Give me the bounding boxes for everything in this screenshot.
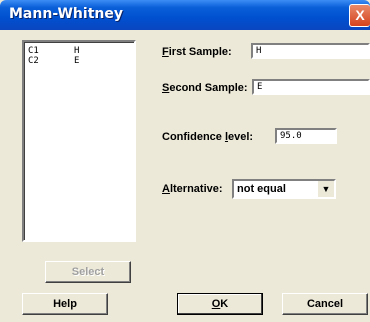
close-icon[interactable]: X [349, 4, 370, 27]
list-item[interactable]: C1 H [28, 46, 128, 56]
alternative-select[interactable]: not equal ▼ [232, 179, 336, 199]
help-button[interactable]: Help [22, 293, 108, 315]
second-sample-input[interactable]: E [252, 79, 370, 95]
chevron-down-icon[interactable]: ▼ [317, 181, 334, 197]
select-button[interactable]: Select [45, 261, 131, 283]
title-bar: Mann-Whitney X [0, 0, 370, 30]
column-id: C2 [28, 56, 39, 66]
first-sample-input[interactable]: H [251, 43, 370, 59]
column-name: H [74, 46, 80, 56]
column-id: C1 [28, 46, 39, 56]
confidence-level-label: Confidence level: [162, 131, 254, 143]
alternative-label: Alternative: [162, 183, 223, 195]
alternative-selected-value: not equal [237, 183, 286, 195]
window-title: Mann-Whitney [9, 6, 123, 22]
list-item[interactable]: C2 E [28, 56, 128, 66]
confidence-level-input[interactable]: 95.0 [275, 128, 337, 144]
column-name: E [74, 56, 80, 66]
second-sample-label: Second Sample: [162, 82, 248, 94]
ok-button[interactable]: OK [177, 293, 263, 315]
first-sample-label: First Sample: [162, 46, 232, 58]
cancel-button[interactable]: Cancel [282, 293, 368, 315]
variable-list[interactable]: C1 H C2 E [22, 40, 136, 242]
